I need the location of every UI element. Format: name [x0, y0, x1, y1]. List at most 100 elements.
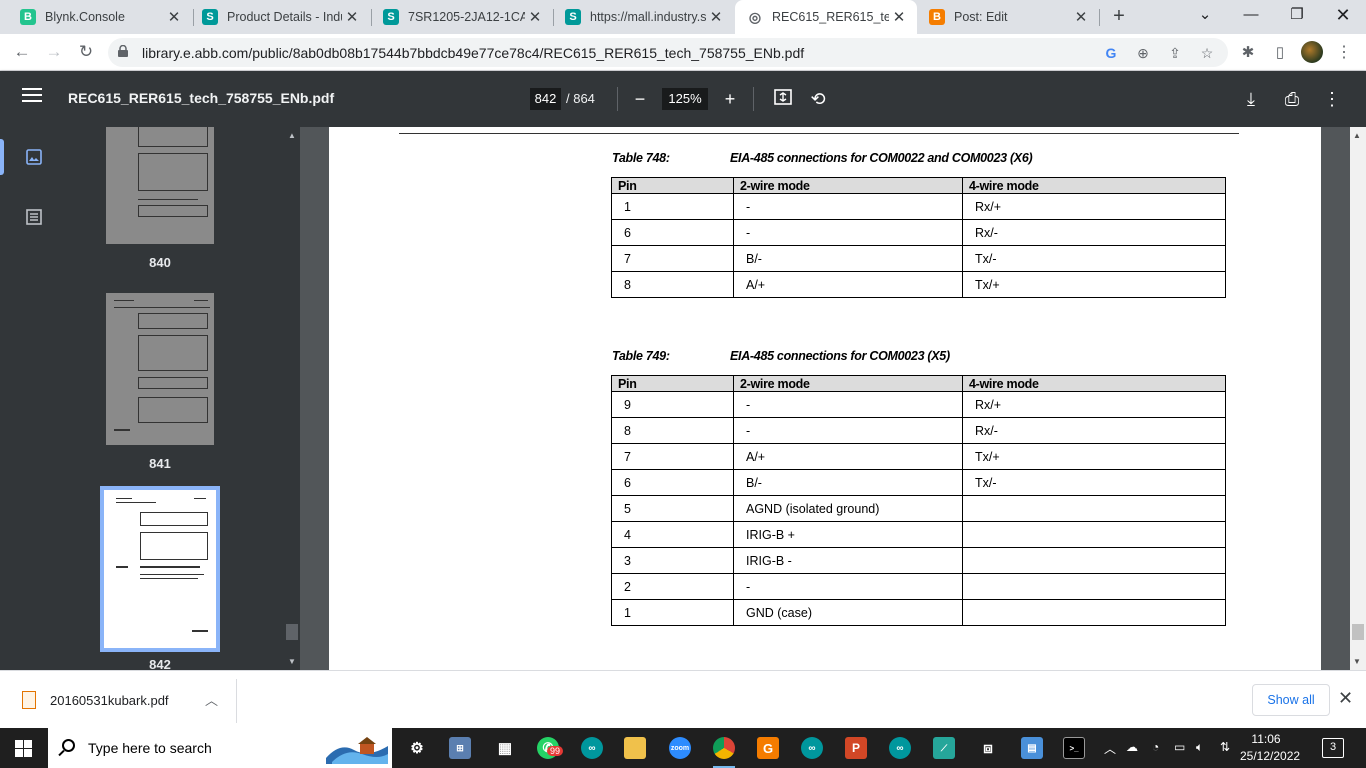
page-thumbnail-841[interactable]	[106, 293, 214, 445]
tab-7sr1205[interactable]: S 7SR1205-2JA12-1CA0 ✕	[371, 0, 553, 34]
close-window-icon[interactable]: ✕	[1320, 0, 1366, 32]
table-cell: 2	[611, 573, 734, 600]
scroll-down-icon[interactable]: ▼	[1353, 657, 1361, 666]
google-translate-icon[interactable]: G	[1100, 42, 1122, 64]
taskbar-app-chrome[interactable]	[709, 734, 739, 768]
search-highlight-art	[326, 737, 388, 764]
table-row: 2 -	[611, 573, 1226, 600]
table-cell: -	[733, 391, 963, 418]
taskbar-app-package[interactable]: ⧈	[973, 734, 1003, 762]
bookmark-star-icon[interactable]: ☆	[1196, 42, 1218, 64]
outline-view-icon[interactable]	[25, 208, 43, 226]
table-row: 6 - Rx/-	[611, 219, 1226, 246]
chevron-up-icon[interactable]: ︿	[205, 690, 218, 709]
minimize-icon[interactable]: —	[1228, 0, 1274, 32]
tab-close-icon[interactable]: ✕	[889, 8, 909, 26]
back-icon[interactable]: ←	[10, 40, 34, 64]
new-tab-button[interactable]: +	[1108, 5, 1130, 27]
show-all-button[interactable]: Show all	[1252, 684, 1330, 716]
globe-favicon-icon: ◎	[747, 8, 763, 25]
tab-product-details[interactable]: S Product Details - Indu ✕	[190, 0, 370, 34]
tab-search-icon[interactable]: ⌄	[1182, 0, 1228, 32]
tab-close-icon[interactable]: ✕	[525, 8, 545, 26]
share-icon[interactable]: ⇪	[1164, 42, 1186, 64]
table-cell: B/-	[733, 469, 963, 496]
taskbar-app-network[interactable]: ⊞	[445, 734, 475, 762]
tab-close-icon[interactable]: ✕	[1071, 8, 1091, 26]
taskbar-app-arduino-2[interactable]: ∞	[797, 734, 827, 762]
taskbar-app-tool[interactable]: ⟋	[929, 734, 959, 762]
system-clock[interactable]: 11:06 25/12/2022	[1240, 731, 1300, 765]
address-bar[interactable]: library.e.abb.com/public/8ab0db08b17544b…	[108, 38, 1228, 67]
zoom-in-icon[interactable]: +	[717, 86, 743, 112]
fit-page-icon[interactable]	[770, 86, 796, 112]
browser-toolbar: ← → ↻ library.e.abb.com/public/8ab0db08b…	[0, 34, 1366, 71]
tab-post-edit[interactable]: B Post: Edit ✕	[917, 0, 1099, 34]
sidebar-toggle-icon[interactable]	[22, 88, 42, 108]
close-shelf-icon[interactable]: ✕	[1338, 688, 1353, 709]
wifi-icon[interactable]: ◔	[1152, 740, 1159, 754]
volume-icon[interactable]: 🔈︎	[1196, 740, 1203, 755]
tab-mall-industry[interactable]: S https://mall.industry.si ✕	[553, 0, 734, 34]
more-actions-icon[interactable]: ⋮	[1319, 86, 1345, 112]
tab-blynk-console[interactable]: B Blynk.Console ✕	[8, 0, 192, 34]
taskbar-app-control-panel[interactable]: ▤	[1017, 734, 1047, 762]
tab-close-icon[interactable]: ✕	[164, 8, 184, 26]
page-number-input[interactable]: 842	[530, 88, 561, 110]
table-row: 7 B/- Tx/-	[611, 245, 1226, 272]
thumbnail-label: 842	[149, 657, 171, 670]
restore-icon[interactable]: ❐	[1274, 0, 1320, 32]
scroll-up-icon[interactable]: ▲	[288, 131, 296, 140]
scrollbar-thumb[interactable]	[286, 624, 298, 640]
pdf-viewport[interactable]: Table 748: EIA-485 connections for COM00…	[300, 127, 1350, 670]
taskbar-app-powerpoint[interactable]: P	[841, 734, 871, 762]
document-scrollbar[interactable]: ▲ ▼	[1350, 127, 1366, 670]
download-item[interactable]: 20160531kubark.pdf	[50, 693, 169, 708]
table-cell: 1	[611, 599, 734, 626]
scrollbar-thumb[interactable]	[1352, 624, 1364, 640]
chrome-menu-icon[interactable]: ⋮	[1332, 41, 1356, 65]
rotate-icon[interactable]: ⟲	[805, 86, 831, 112]
thumbnails-view-icon[interactable]	[25, 148, 43, 166]
profile-avatar[interactable]	[1300, 41, 1324, 65]
taskbar-app-zoom[interactable]: zoom	[665, 734, 695, 762]
scroll-up-icon[interactable]: ▲	[1353, 131, 1361, 140]
zoom-out-icon[interactable]: −	[627, 86, 653, 112]
onedrive-icon[interactable]: ☁	[1126, 740, 1138, 754]
zoom-icon[interactable]: ⊕	[1132, 42, 1154, 64]
language-icon[interactable]: ⇅	[1220, 740, 1230, 754]
tray-chevron-icon[interactable]: ︿	[1104, 740, 1116, 757]
notification-center-icon[interactable]: 3	[1322, 738, 1344, 758]
tab-title: https://mall.industry.si	[590, 10, 706, 24]
windows-start-icon[interactable]	[15, 740, 32, 757]
taskbar-app-terminal[interactable]: >_	[1059, 734, 1089, 762]
print-icon[interactable]: ⎙	[1279, 86, 1305, 112]
forward-icon[interactable]: →	[42, 40, 66, 64]
taskbar-search[interactable]: Type here to search	[48, 728, 392, 768]
side-panel-icon[interactable]: ▯	[1268, 41, 1292, 65]
tab-rec615-pdf[interactable]: ◎ REC615_RER615_tech_ ✕	[735, 0, 917, 34]
extensions-icon[interactable]: ✱	[1236, 41, 1260, 65]
table-cell: Rx/-	[962, 417, 1226, 444]
reload-icon[interactable]: ↻	[74, 40, 98, 64]
taskbar-app-file-explorer[interactable]	[620, 734, 650, 762]
taskbar-app-whatsapp[interactable]: ✆ 99	[533, 734, 564, 762]
taskbar-app-cable-tool[interactable]: ⚙	[402, 734, 432, 762]
scroll-down-icon[interactable]: ▼	[288, 657, 296, 666]
url-text[interactable]: library.e.abb.com/public/8ab0db08b17544b…	[142, 45, 804, 61]
tab-close-icon[interactable]: ✕	[342, 8, 362, 26]
table-cell	[962, 547, 1226, 574]
lock-icon[interactable]	[118, 45, 128, 57]
taskbar-app-pdf-tool[interactable]: G	[753, 734, 783, 762]
taskbar-app-arduino[interactable]: ∞	[577, 734, 607, 762]
download-icon[interactable]: ⤓	[1238, 86, 1264, 112]
page-thumbnail-842[interactable]	[100, 486, 220, 652]
sidebar-scrollbar[interactable]: ▲ ▼	[284, 127, 300, 670]
page-thumbnail-840[interactable]	[106, 127, 214, 244]
taskbar-app-grid[interactable]: ▦	[490, 734, 520, 762]
taskbar-app-arduino-3[interactable]: ∞	[885, 734, 915, 762]
pdf-filename: REC615_RER615_tech_758755_ENb.pdf	[68, 90, 335, 106]
zoom-level-input[interactable]: 125%	[662, 88, 708, 110]
battery-icon[interactable]: ▭	[1174, 740, 1185, 754]
tab-close-icon[interactable]: ✕	[706, 8, 726, 26]
